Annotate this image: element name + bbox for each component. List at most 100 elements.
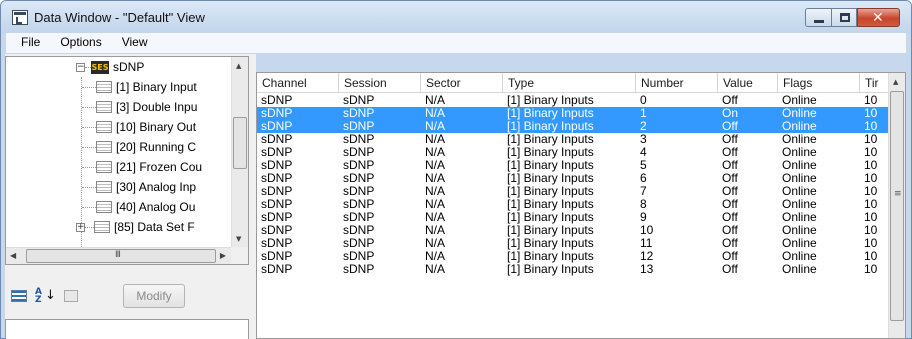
tree-node-frozen-counter[interactable]: [21] Frozen Cou <box>82 157 202 177</box>
cell-channel: sDNP <box>261 107 293 120</box>
categorized-icon <box>11 290 27 302</box>
minimize-button[interactable] <box>805 8 831 27</box>
tree-node-analog-output[interactable]: [40] Analog Ou <box>82 197 195 217</box>
table-row[interactable]: sDNP sDNP N/A [1] Binary Inputs 0 Off Online 10 <box>257 94 889 107</box>
scroll-down-icon[interactable]: ▼ <box>236 235 241 243</box>
cell-type: [1] Binary Inputs <box>507 94 594 107</box>
menu-view[interactable]: View <box>112 33 158 53</box>
cell-type: [1] Binary Inputs <box>507 263 594 276</box>
tree-node-analog-input[interactable]: [30] Analog Inp <box>82 177 196 197</box>
tree-node-double-input[interactable]: [3] Double Inpu <box>82 97 197 117</box>
scroll-thumb[interactable]: ≡ <box>890 91 904 321</box>
table-row[interactable]: sDNP sDNP N/A [1] Binary Inputs 6 Off Online 10 <box>257 172 889 185</box>
scroll-left-icon[interactable]: ◀ <box>10 251 16 260</box>
cell-sector: N/A <box>425 237 446 250</box>
cell-sector: N/A <box>425 120 446 133</box>
cell-sector: N/A <box>425 107 446 120</box>
tree-node-data-set[interactable]: + [85] Data Set F <box>76 217 195 237</box>
cell-channel: sDNP <box>261 237 293 250</box>
tree-node-binary-output[interactable]: [10] Binary Out <box>82 117 196 137</box>
tree-vertical-scrollbar[interactable]: ▲ ▼ <box>231 57 248 247</box>
column-header-number[interactable]: Number <box>636 73 718 93</box>
cell-time: 10 <box>864 133 878 146</box>
property-panel[interactable] <box>5 319 249 339</box>
cell-type: [1] Binary Inputs <box>507 198 594 211</box>
menu-file[interactable]: File <box>11 33 50 53</box>
column-header-session[interactable]: Session <box>339 73 421 93</box>
collapse-icon[interactable]: − <box>76 62 85 72</box>
cell-type: [1] Binary Inputs <box>507 185 594 198</box>
cell-channel: sDNP <box>261 224 293 237</box>
tree-node-running-counter[interactable]: [20] Running C <box>82 137 196 157</box>
table-row[interactable]: sDNP sDNP N/A [1] Binary Inputs 4 Off Online 10 <box>257 146 889 159</box>
cell-number: 8 <box>640 198 647 211</box>
cell-flags: Online <box>782 120 817 133</box>
tree-node-root[interactable]: − SES sDNP <box>76 57 144 77</box>
table-row[interactable]: sDNP sDNP N/A [1] Binary Inputs 12 Off Online 1… <box>257 250 889 263</box>
column-header-sector[interactable]: Sector <box>421 73 503 93</box>
cell-value: Off <box>722 263 738 276</box>
table-row[interactable]: sDNP sDNP N/A [1] Binary Inputs 3 Off Online 10 <box>257 133 889 146</box>
cell-value: Off <box>722 146 738 159</box>
cell-value: Off <box>722 159 738 172</box>
column-header-value[interactable]: Value <box>718 73 778 93</box>
tree-connector <box>82 106 96 108</box>
cell-number: 7 <box>640 185 647 198</box>
table-row[interactable]: sDNP sDNP N/A [1] Binary Inputs 7 Off Online 10 <box>257 185 889 198</box>
expand-icon[interactable]: + <box>76 222 85 232</box>
tree-connector <box>82 146 96 148</box>
table-row[interactable]: sDNP sDNP N/A [1] Binary Inputs 1 On Online 10 <box>257 107 889 120</box>
cell-session: sDNP <box>343 224 375 237</box>
scroll-right-icon[interactable]: ▶ <box>220 251 226 260</box>
cell-value: Off <box>722 198 738 211</box>
sort-alphabetical-button[interactable]: A Z ↓ <box>33 285 56 307</box>
cell-sector: N/A <box>425 224 446 237</box>
menu-options[interactable]: Options <box>50 33 111 53</box>
table-row[interactable]: sDNP sDNP N/A [1] Binary Inputs 11 Off Online 1… <box>257 237 889 250</box>
data-list-icon <box>96 161 112 173</box>
app-icon[interactable] <box>12 10 28 25</box>
grip-icon: ≡ <box>894 189 902 199</box>
tree-horizontal-scrollbar[interactable]: ◀ III ▶ <box>6 247 232 264</box>
table-row[interactable]: sDNP sDNP N/A [1] Binary Inputs 5 Off Online 10 <box>257 159 889 172</box>
cell-type: [1] Binary Inputs <box>507 107 594 120</box>
cell-time: 10 <box>864 172 878 185</box>
cell-sector: N/A <box>425 250 446 263</box>
tree-connector <box>85 226 94 228</box>
table-row[interactable]: sDNP sDNP N/A [1] Binary Inputs 10 Off Online 1… <box>257 224 889 237</box>
scroll-up-icon[interactable]: ▲ <box>236 62 241 70</box>
title-bar[interactable]: Data Window - "Default" View ✕ <box>1 1 911 33</box>
column-header-time[interactable]: Tir <box>860 73 890 93</box>
property-pages-button[interactable] <box>60 285 82 307</box>
column-header-channel[interactable]: Channel <box>257 73 339 93</box>
close-button[interactable]: ✕ <box>857 8 900 27</box>
categorized-button[interactable] <box>8 285 30 307</box>
tree-view[interactable]: − SES sDNP [1] Binary Input [3] Double I… <box>5 56 249 265</box>
modify-button[interactable]: Modify <box>123 284 185 308</box>
close-icon: ✕ <box>872 10 884 26</box>
table-row[interactable]: sDNP sDNP N/A [1] Binary Inputs 9 Off Online 10 <box>257 211 889 224</box>
cell-type: [1] Binary Inputs <box>507 237 594 250</box>
cell-time: 10 <box>864 94 878 107</box>
table-row[interactable]: sDNP sDNP N/A [1] Binary Inputs 2 Off Online 10 <box>257 120 889 133</box>
scroll-thumb[interactable] <box>233 117 247 169</box>
left-pane: − SES sDNP [1] Binary Input [3] Double I… <box>5 54 251 339</box>
cell-flags: Online <box>782 94 817 107</box>
cell-type: [1] Binary Inputs <box>507 211 594 224</box>
grid-vertical-scrollbar[interactable]: ▲ ≡ <box>888 73 905 338</box>
scroll-up-icon[interactable]: ▲ <box>893 78 898 86</box>
cell-sector: N/A <box>425 159 446 172</box>
cell-flags: Online <box>782 159 817 172</box>
column-header-flags[interactable]: Flags <box>778 73 860 93</box>
table-row[interactable]: sDNP sDNP N/A [1] Binary Inputs 13 Off Online 1… <box>257 263 889 276</box>
table-row[interactable]: sDNP sDNP N/A [1] Binary Inputs 8 Off Online 10 <box>257 198 889 211</box>
tree-node-binary-input[interactable]: [1] Binary Input <box>82 77 197 97</box>
data-grid[interactable]: Channel Session Sector Type Number Value… <box>256 72 906 339</box>
column-header-type[interactable]: Type <box>503 73 636 93</box>
maximize-button[interactable] <box>831 8 857 27</box>
scroll-thumb[interactable]: III <box>26 249 216 263</box>
cell-flags: Online <box>782 211 817 224</box>
cell-session: sDNP <box>343 198 375 211</box>
cell-number: 0 <box>640 94 647 107</box>
scroll-corner <box>231 247 248 264</box>
